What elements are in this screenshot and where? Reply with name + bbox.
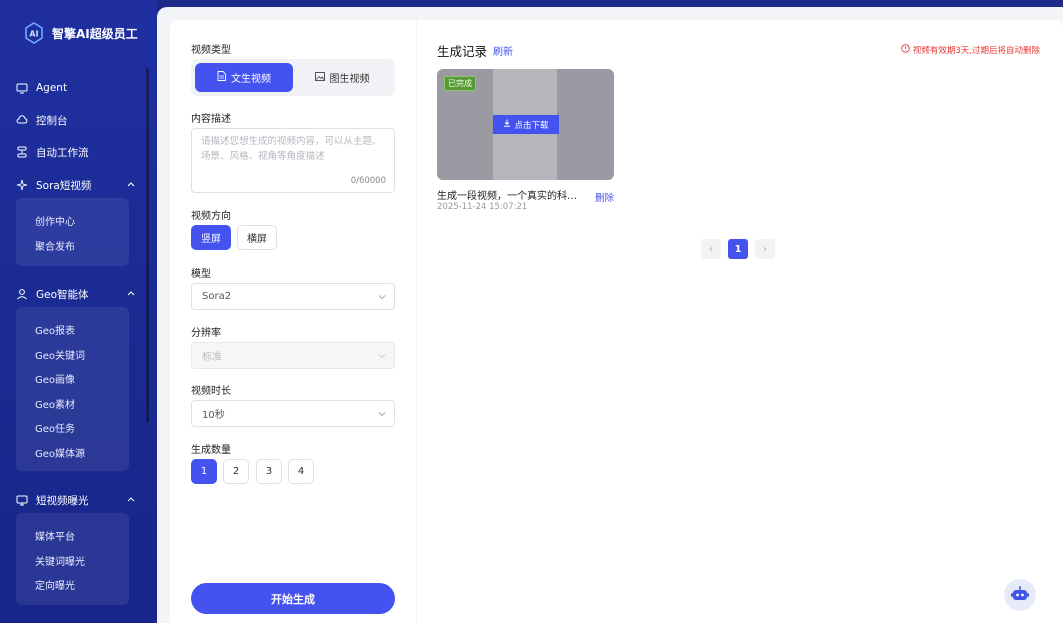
portrait-button[interactable]: 竖屏 [191,225,231,250]
sidebar-subitem-creation-center[interactable]: 创作中心 [35,213,75,228]
record-date: 2025-11-24 15:07:21 [437,202,528,212]
sidebar-subitem-geo-media-source[interactable]: Geo媒体源 [35,445,85,460]
video-type-label: 视频类型 [191,45,231,56]
resolution-select[interactable]: 标准 [191,342,395,369]
sidebar-subitem-geo-task[interactable]: Geo任务 [35,420,75,435]
quantity-option-1[interactable]: 1 [191,459,217,484]
sidebar-item-sora[interactable]: Sora短视频 [16,175,136,195]
sidebar-subitem-geo-report[interactable]: Geo报表 [35,322,75,337]
delete-record-button[interactable]: 删除 [595,190,614,204]
workflow-icon [16,146,28,158]
sidebar: AI 智擎AI超级员工 Agent 控制台 自动工作流 Sora短视频 创作中心… [0,0,157,623]
chevron-up-icon[interactable] [126,288,136,298]
chevron-up-icon[interactable] [126,179,136,189]
image-to-video-tab[interactable]: 图生视频 [293,63,391,92]
records-title: 生成记录 [437,44,488,59]
refresh-link[interactable]: 刷新 [493,43,513,58]
landscape-button[interactable]: 横屏 [237,225,277,250]
model-select[interactable]: Sora2 [191,283,395,310]
sidebar-item-label: Geo智能体 [36,288,89,301]
assistant-robot-button[interactable] [1004,579,1036,611]
sidebar-item-short-video-exposure[interactable]: 短视频曝光 [16,490,136,510]
cloud-icon [16,114,28,126]
sidebar-item-console[interactable]: 控制台 [16,110,136,130]
resolution-label: 分辨率 [191,328,221,339]
chevron-down-icon [378,352,386,360]
sidebar-item-label: Agent [36,82,68,94]
sidebar-subitem-targeted-exposure[interactable]: 定向曝光 [35,577,75,592]
start-generate-button[interactable]: 开始生成 [191,583,395,614]
model-label: 模型 [191,269,211,280]
document-icon [217,71,226,84]
text-to-video-tab[interactable]: 文生视频 [195,63,293,92]
download-icon [503,119,511,130]
quantity-option-3[interactable]: 3 [256,459,282,484]
duration-select[interactable]: 10秒 [191,400,395,427]
sidebar-item-label: 控制台 [36,114,68,127]
content-placeholder: 请描述您想生成的视频内容，可以从主题、场景、风格、视角等角度描述 [201,136,382,162]
video-type-switch: 文生视频 图生视频 [191,59,395,96]
character-count: 0/60000 [350,176,386,186]
sidebar-subitem-keyword-exposure[interactable]: 关键词曝光 [35,553,85,568]
content-description-input[interactable]: 请描述您想生成的视频内容，可以从主题、场景、风格、视角等角度描述 0/60000 [191,128,395,193]
sidebar-scrollbar[interactable] [146,68,149,423]
sidebar-item-label: Sora短视频 [36,179,92,192]
status-badge: 已完成 [444,76,476,91]
sidebar-item-geo-agent[interactable]: Geo智能体 [16,284,136,304]
brand-name: 智擎AI超级员工 [52,26,138,41]
sidebar-item-label: 短视频曝光 [36,494,89,507]
generation-form: 视频类型 文生视频 图生视频 内容描述 请描述您想生成的视频内容，可以从主题、场… [170,20,416,623]
content-label: 内容描述 [191,114,231,125]
sora-submenu: 创作中心 聚合发布 [16,198,129,266]
quantity-label: 生成数量 [191,445,231,456]
next-page-button[interactable]: › [755,239,775,259]
chevron-down-icon [378,410,386,418]
sidebar-subitem-geo-portrait[interactable]: Geo画像 [35,371,75,386]
expiry-notice: 视频有效期3天,过期后将自动删除 [901,44,1040,56]
sidebar-item-label: 自动工作流 [36,146,89,159]
brand-mark-icon: AI [22,21,46,45]
chevron-up-icon[interactable] [126,494,136,504]
record-title: 生成一段视频，一个真实的科… [437,191,577,202]
quantity-option-4[interactable]: 4 [288,459,314,484]
sidebar-item-agent[interactable]: Agent [16,78,136,98]
records-panel: 生成记录 刷新 视频有效期3天,过期后将自动删除 已完成 点击下载 生成一段视频… [417,20,1063,623]
duration-label: 视频时长 [191,386,231,397]
exposure-submenu: 媒体平台 关键词曝光 定向曝光 [16,513,129,605]
robot-icon [1011,585,1029,605]
info-circle-icon [901,44,910,56]
download-button[interactable]: 点击下载 [493,115,559,134]
image-icon [314,71,325,84]
video-thumbnail[interactable]: 已完成 点击下载 [437,69,614,180]
chevron-down-icon [378,293,386,301]
geo-submenu: Geo报表 Geo关键词 Geo画像 Geo素材 Geo任务 Geo媒体源 [16,307,129,471]
prev-page-button[interactable]: ‹ [701,239,721,259]
page-1-button[interactable]: 1 [728,239,748,259]
sparkle-icon [16,179,28,191]
user-icon [16,288,28,300]
sidebar-subitem-aggregate-publish[interactable]: 聚合发布 [35,238,75,253]
quantity-option-2[interactable]: 2 [223,459,249,484]
monitor-icon [16,82,28,94]
svg-text:AI: AI [29,30,38,39]
main-content: 视频类型 文生视频 图生视频 内容描述 请描述您想生成的视频内容，可以从主题、场… [157,7,1063,623]
sidebar-subitem-geo-material[interactable]: Geo素材 [35,396,75,411]
brand-logo[interactable]: AI 智擎AI超级员工 [22,20,138,46]
screen-icon [16,494,28,506]
orientation-label: 视频方向 [191,211,231,222]
sidebar-item-workflow[interactable]: 自动工作流 [16,142,136,162]
sidebar-subitem-geo-keyword[interactable]: Geo关键词 [35,347,85,362]
sidebar-subitem-media-platform[interactable]: 媒体平台 [35,528,75,543]
